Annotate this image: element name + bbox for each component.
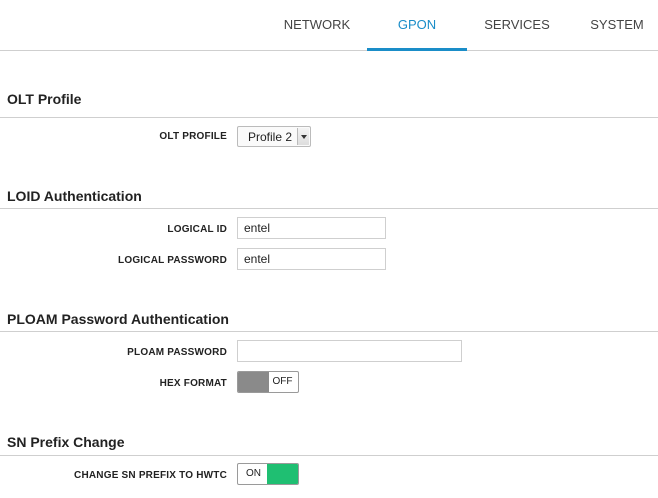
change-sn-prefix-toggle[interactable]: ON bbox=[237, 463, 299, 485]
top-navigation: NETWORK GPON SERVICES SYSTEM bbox=[0, 0, 658, 51]
chevron-down-icon bbox=[297, 128, 309, 145]
logical-password-input[interactable] bbox=[237, 248, 386, 270]
toggle-state-text: ON bbox=[246, 468, 261, 479]
logical-id-input[interactable] bbox=[237, 217, 386, 239]
olt-profile-select[interactable]: Profile 2 bbox=[237, 126, 311, 147]
olt-profile-value: Profile 2 bbox=[248, 130, 293, 144]
divider bbox=[0, 117, 658, 118]
divider bbox=[0, 208, 658, 209]
olt-profile-section-title: OLT Profile bbox=[7, 91, 82, 107]
ploam-password-label: PLOAM PASSWORD bbox=[127, 347, 227, 358]
tab-gpon[interactable]: GPON bbox=[367, 0, 467, 51]
ploam-password-input[interactable] bbox=[237, 340, 462, 362]
toggle-fill bbox=[267, 464, 298, 484]
toggle-state-text: OFF bbox=[272, 376, 293, 387]
tab-network[interactable]: NETWORK bbox=[271, 0, 363, 50]
divider bbox=[0, 455, 658, 456]
logical-id-label: LOGICAL ID bbox=[167, 224, 227, 235]
divider bbox=[0, 331, 658, 332]
tab-system[interactable]: SYSTEM bbox=[576, 0, 658, 50]
hex-format-toggle[interactable]: OFF bbox=[237, 371, 299, 393]
change-sn-prefix-label: CHANGE SN PREFIX TO HWTC bbox=[74, 470, 227, 481]
toggle-fill bbox=[238, 372, 269, 392]
loid-section-title: LOID Authentication bbox=[7, 188, 142, 204]
tab-services[interactable]: SERVICES bbox=[472, 0, 562, 50]
sn-prefix-section-title: SN Prefix Change bbox=[7, 434, 125, 450]
logical-password-label: LOGICAL PASSWORD bbox=[118, 255, 227, 266]
olt-profile-label: OLT PROFILE bbox=[159, 131, 227, 142]
hex-format-label: HEX FORMAT bbox=[159, 378, 227, 389]
ploam-section-title: PLOAM Password Authentication bbox=[7, 311, 229, 327]
